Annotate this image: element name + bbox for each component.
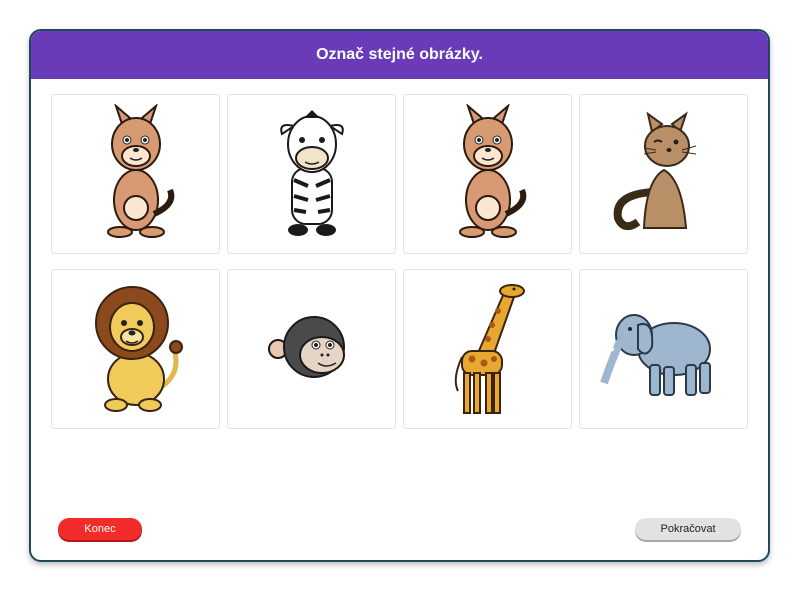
card-zebra[interactable] [227,94,396,254]
instruction-header: Označ stejné obrázky. [31,31,768,79]
lion-icon [94,286,183,412]
elephant-icon [599,314,711,396]
kangaroo-icon [106,104,174,238]
monkey-icon [267,316,345,378]
kangaroo-icon [458,104,526,238]
game-frame: Označ stejné obrázky. Konec Pokračovat [29,29,770,562]
cat-icon [613,111,696,231]
continue-button[interactable]: Pokračovat [635,518,741,540]
card-cat[interactable] [579,94,748,254]
card-kangaroo-2[interactable] [403,94,572,254]
card-monkey[interactable] [227,269,396,429]
card-grid [51,94,748,429]
giraffe-icon [454,284,525,414]
card-giraffe[interactable] [403,269,572,429]
instruction-title: Označ stejné obrázky. [316,46,483,63]
card-lion[interactable] [51,269,220,429]
zebra-icon [279,110,344,236]
end-button[interactable]: Konec [58,518,142,540]
card-elephant[interactable] [579,269,748,429]
card-kangaroo-1[interactable] [51,94,220,254]
